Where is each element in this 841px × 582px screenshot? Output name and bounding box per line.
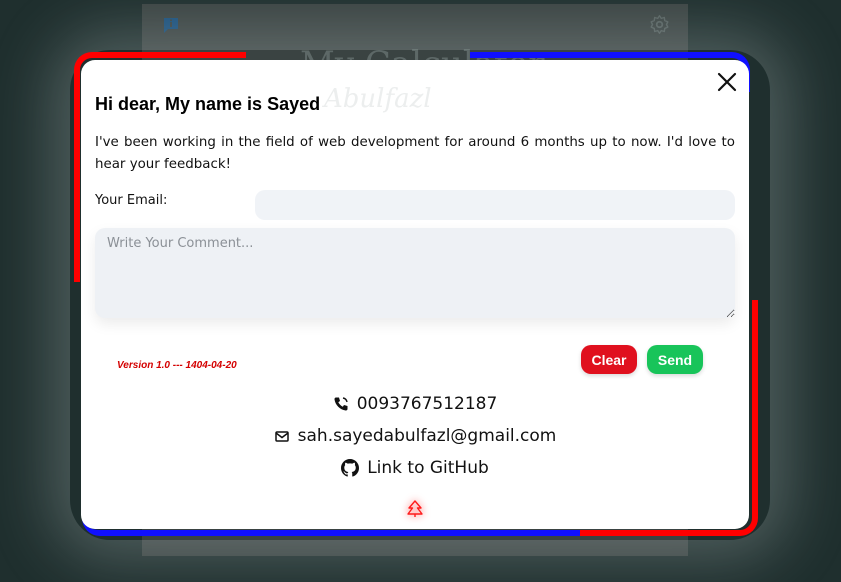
phone-icon: [334, 397, 348, 411]
tree-icon: [407, 500, 423, 517]
info-icon[interactable]: [162, 16, 180, 34]
clear-button[interactable]: Clear: [581, 345, 637, 374]
github-link: Link to GitHub: [367, 458, 489, 478]
github-icon: [341, 459, 360, 477]
version-label: Version 1.0 --- 1404-04-20: [117, 360, 237, 371]
mail-icon: [274, 431, 289, 442]
feedback-modal: Abulfazl Hi dear, My name is Sayed I've …: [81, 60, 749, 529]
contact-phone[interactable]: 0093767512187: [81, 394, 749, 414]
comment-textarea[interactable]: [95, 228, 735, 318]
modal-heading: Hi dear, My name is Sayed: [95, 94, 321, 114]
phone-number: 0093767512187: [356, 394, 498, 414]
intro-text: I've been working in the field of web de…: [95, 135, 735, 172]
close-icon[interactable]: [715, 70, 739, 94]
contact-github[interactable]: Link to GitHub: [81, 458, 749, 478]
email-address: sah.sayedabulfazl@gmail.com: [297, 426, 557, 446]
heading-ghost-text: Abulfazl: [324, 84, 432, 114]
email-field[interactable]: [255, 190, 735, 220]
send-button[interactable]: Send: [647, 345, 703, 374]
contact-email[interactable]: sah.sayedabulfazl@gmail.com: [81, 426, 749, 446]
gear-icon[interactable]: [649, 14, 670, 35]
screen: My Calculator Abulfazl Hi dear, My name …: [0, 0, 841, 582]
email-label: Your Email:: [95, 193, 168, 208]
